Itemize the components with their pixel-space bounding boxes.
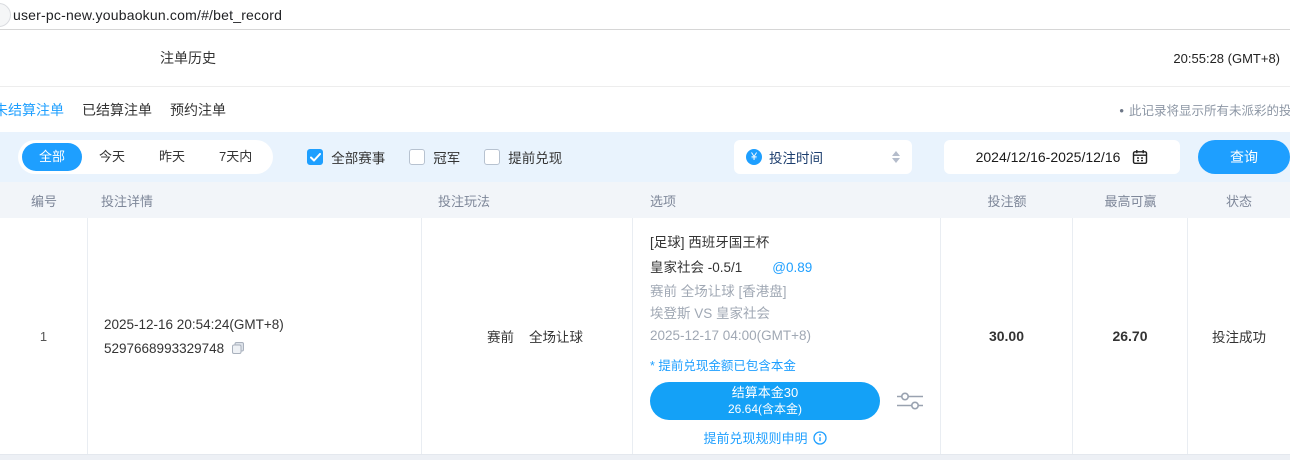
tab-unsettled-bets[interactable]: 未结算注单 (0, 100, 64, 120)
filter-pill-7days[interactable]: 7天内 (202, 143, 269, 171)
bet-selection: 皇家社会 -0.5/1 (650, 257, 742, 279)
match-time: 2025-12-17 04:00(GMT+8) (650, 325, 940, 347)
date-filter-group: 全部 今天 昨天 7天内 (18, 140, 273, 174)
bet-placed-time: 2025-12-16 20:54:24(GMT+8) (104, 317, 421, 332)
checkbox-early-cashout-label: 提前兑现 (508, 147, 562, 167)
sort-dropdown-label: 投注时间 (769, 147, 823, 167)
cashout-rules-text: 提前兑现规则申明 (703, 428, 807, 447)
event-checkbox-group: 全部赛事 冠军 提前兑现 (307, 147, 586, 167)
play-type-cell: 赛前 全场让球 (422, 218, 633, 454)
copy-icon[interactable] (231, 341, 245, 355)
cashout-button[interactable]: 结算本金30 26.64(含本金) (650, 382, 880, 420)
column-header-play-type: 投注玩法 (422, 191, 633, 210)
filter-pill-all[interactable]: 全部 (22, 143, 82, 171)
header-clock: 20:55:28 (GMT+8) (1173, 51, 1280, 66)
column-header-id: 编号 (0, 191, 88, 210)
bet-time-sort-dropdown[interactable]: ¥ 投注时间 (734, 140, 912, 174)
cashout-note: * 提前兑现金额已包含本金 (650, 356, 940, 376)
checkbox-all-events[interactable]: 全部赛事 (307, 147, 385, 167)
info-icon[interactable] (813, 431, 827, 445)
column-header-option: 选项 (633, 191, 941, 210)
filter-pill-today[interactable]: 今天 (82, 143, 142, 171)
page-header: 注单历史 20:55:28 (GMT+8) (0, 30, 1290, 87)
filter-pill-yesterday[interactable]: 昨天 (142, 143, 202, 171)
bet-number: 5297668993329748 (104, 341, 224, 356)
tab-reserved-bets[interactable]: 预约注单 (170, 100, 226, 120)
column-header-bet-detail: 投注详情 (88, 191, 422, 210)
bet-status: 投注成功 (1188, 218, 1290, 454)
bet-row-number: 1 (0, 218, 88, 454)
column-header-status: 状态 (1188, 191, 1290, 210)
checkbox-early-cashout[interactable]: 提前兑现 (484, 147, 562, 167)
date-range-picker[interactable]: 2024/12/16-2025/12/16 (944, 140, 1180, 174)
checkbox-unchecked-icon[interactable] (484, 149, 500, 165)
checkbox-champion[interactable]: 冠军 (409, 147, 460, 167)
cashout-settings-sliders-icon[interactable] (896, 390, 924, 412)
calendar-icon (1132, 149, 1148, 165)
stake-amount: 30.00 (941, 218, 1073, 454)
yen-coin-icon: ¥ (746, 149, 762, 165)
max-win-amount: 26.70 (1073, 218, 1188, 454)
note-text: 此记录将显示所有未派彩的投注 (1129, 104, 1290, 118)
checkbox-checked-icon[interactable] (307, 149, 323, 165)
bet-odds: @0.89 (772, 257, 812, 279)
date-range-value: 2024/12/16-2025/12/16 (976, 149, 1121, 165)
note-bullet-icon: • (1119, 103, 1124, 118)
tab-settled-bets[interactable]: 已结算注单 (82, 100, 152, 120)
cashout-button-line2: 26.64(含本金) (728, 402, 802, 417)
browser-url-bar: user-pc-new.youbaokun.com/#/bet_record (0, 0, 1290, 30)
option-cell: [足球] 西班牙国王杯 皇家社会 -0.5/1 @0.89 赛前 全场让球 [香… (633, 218, 941, 454)
page-background (0, 455, 1290, 460)
column-header-max-win: 最高可赢 (1073, 191, 1188, 210)
record-note: • 此记录将显示所有未派彩的投注 (1119, 100, 1290, 119)
column-header-stake: 投注额 (941, 191, 1073, 210)
checkbox-unchecked-icon[interactable] (409, 149, 425, 165)
checkbox-all-events-label: 全部赛事 (331, 147, 385, 167)
sort-arrows-icon (892, 151, 900, 163)
match-teams: 埃登斯 VS 皇家社会 (650, 303, 940, 325)
table-header-row: 编号 投注详情 投注玩法 选项 投注额 最高可赢 状态 (0, 182, 1290, 218)
play-phase: 赛前 (487, 326, 514, 346)
cashout-rules-link[interactable]: 提前兑现规则申明 (650, 428, 880, 447)
filter-bar: 全部 今天 昨天 7天内 全部赛事 冠军 提前兑现 ¥ 投注时间 2024/12… (0, 132, 1290, 182)
bet-detail-cell: 2025-12-16 20:54:24(GMT+8) 5297668993329… (88, 218, 422, 454)
league-name: [足球] 西班牙国王杯 (650, 232, 940, 254)
search-button[interactable]: 查询 (1198, 140, 1290, 174)
market-type: 赛前 全场让球 [香港盘] (650, 281, 940, 303)
page-title: 注单历史 (160, 48, 216, 68)
url-text[interactable]: user-pc-new.youbaokun.com/#/bet_record (13, 7, 282, 23)
cashout-button-line1: 结算本金30 (732, 385, 798, 401)
table-row: 1 2025-12-16 20:54:24(GMT+8) 52976689933… (0, 218, 1290, 455)
checkbox-champion-label: 冠军 (433, 147, 460, 167)
browser-control-icon[interactable] (0, 3, 11, 27)
tabs-row: 未结算注单 已结算注单 预约注单 • 此记录将显示所有未派彩的投注 (0, 87, 1290, 132)
play-name: 全场让球 (529, 326, 583, 346)
